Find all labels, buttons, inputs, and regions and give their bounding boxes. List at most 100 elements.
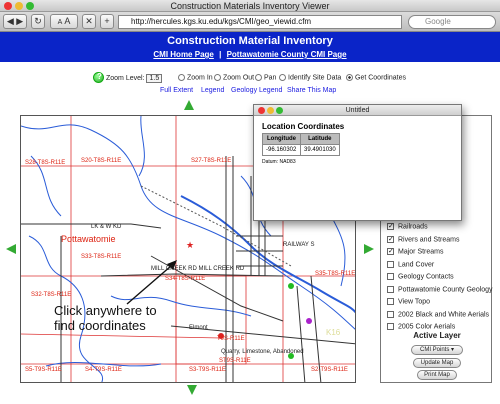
map-label: S35-T8S-R11E bbox=[315, 271, 356, 277]
checkbox-icon[interactable] bbox=[387, 323, 394, 330]
stop-button[interactable]: ✕ bbox=[82, 14, 96, 29]
site-marker-green bbox=[288, 283, 294, 289]
checkbox-icon[interactable] bbox=[387, 273, 394, 280]
layer-item[interactable]: Geology Contacts bbox=[387, 273, 454, 280]
map-label: ST9S-R11E bbox=[219, 358, 251, 364]
layer-label: Railroads bbox=[398, 223, 428, 231]
address-bar[interactable]: http://hercules.kgs.ku.edu/kgs/CMI/geo_v… bbox=[118, 15, 402, 29]
pan-south-arrow[interactable] bbox=[186, 384, 198, 396]
layer-item[interactable]: 2005 Color Aerials bbox=[387, 323, 455, 330]
home-link[interactable]: CMI Home Page bbox=[153, 50, 213, 59]
checkbox-icon[interactable] bbox=[387, 298, 394, 305]
text-smaller-button[interactable]: A bbox=[58, 19, 63, 26]
map-label: S2-T9S-R11E bbox=[311, 367, 348, 373]
zoom-label: Zoom Level: bbox=[106, 75, 145, 82]
road-label: MILL CREEK RD MILL CREEK RD bbox=[151, 266, 245, 272]
checkbox-checked-icon[interactable] bbox=[387, 248, 394, 255]
zoom-window-icon[interactable] bbox=[26, 2, 34, 10]
zoom-in-option[interactable]: Zoom In bbox=[178, 74, 213, 81]
back-forward-button[interactable]: ◀ ▶ bbox=[3, 14, 27, 29]
datum-label: Datum: NAD83 bbox=[262, 159, 296, 165]
active-layer-title: Active Layer bbox=[413, 331, 461, 340]
layer-item[interactable]: Major Streams bbox=[387, 248, 444, 255]
map-label: S32-T8S-R11E bbox=[31, 292, 72, 298]
legend-link[interactable]: Legend bbox=[201, 87, 224, 94]
radio-icon[interactable] bbox=[178, 74, 185, 81]
minimize-window-icon[interactable] bbox=[15, 2, 23, 10]
radio-icon[interactable] bbox=[279, 74, 286, 81]
callout-line-2: find coordinates bbox=[54, 318, 146, 333]
full-extent-link[interactable]: Full Extent bbox=[160, 87, 193, 94]
map-label: S5-T9S-R11E bbox=[25, 367, 62, 373]
layer-item[interactable]: Railroads bbox=[387, 223, 428, 230]
latitude-value: 39.4901030 bbox=[300, 144, 340, 156]
close-window-icon[interactable] bbox=[4, 2, 12, 10]
layer-label: 2002 Black and White Aerials bbox=[398, 310, 490, 318]
map-label: S28-T8S-R11E bbox=[25, 160, 66, 166]
checkbox-checked-icon[interactable] bbox=[387, 235, 394, 243]
map-label: S27-T8S-R11E bbox=[191, 158, 232, 164]
get-coordinates-option[interactable]: Get Coordinates bbox=[346, 74, 406, 81]
checkbox-icon[interactable] bbox=[387, 310, 394, 318]
site-marker-purple bbox=[306, 318, 312, 324]
text-size-buttons[interactable]: A A bbox=[50, 14, 78, 29]
window-title: Construction Materials Inventory Viewer bbox=[170, 1, 330, 11]
layer-item[interactable]: Rivers and Streams bbox=[387, 235, 459, 243]
zoom-select[interactable]: 1.5 bbox=[146, 74, 163, 83]
checkbox-icon[interactable] bbox=[387, 285, 394, 293]
pan-east-arrow[interactable] bbox=[363, 243, 375, 255]
checkbox-checked-icon[interactable] bbox=[387, 223, 394, 230]
page-header: Construction Material Inventory CMI Home… bbox=[0, 32, 500, 62]
zoom-level: Zoom Level: 1.5 bbox=[106, 74, 163, 83]
search-input[interactable]: Google bbox=[408, 15, 496, 29]
popup-zoom-icon[interactable] bbox=[276, 107, 283, 114]
county-link[interactable]: Pottawatomie County CMI Page bbox=[227, 50, 347, 59]
map-label: S4-T9S-R11E bbox=[85, 367, 122, 373]
popup-heading: Location Coordinates bbox=[262, 122, 345, 131]
layer-item[interactable]: Land Cover bbox=[387, 260, 435, 268]
get-coordinates-label: Get Coordinates bbox=[355, 74, 406, 82]
zoom-out-option[interactable]: Zoom Out bbox=[214, 74, 254, 81]
pan-label: Pan bbox=[264, 74, 277, 82]
latitude-header: Latitude bbox=[300, 133, 340, 145]
layer-label: Geology Contacts bbox=[398, 273, 454, 281]
text-larger-button[interactable]: A bbox=[64, 16, 70, 26]
tool-controls: Zoom Level: 1.5 Zoom In Zoom Out Pan Ide… bbox=[0, 72, 500, 86]
popup-close-icon[interactable] bbox=[258, 107, 265, 114]
pan-option[interactable]: Pan bbox=[255, 74, 276, 81]
reload-button[interactable]: ↻ bbox=[31, 14, 45, 29]
checkbox-icon[interactable] bbox=[387, 260, 394, 268]
radio-selected-icon[interactable] bbox=[346, 74, 353, 81]
road-label: LK & W KD bbox=[91, 224, 122, 230]
active-layer-select[interactable]: CMI Points ▾ bbox=[411, 345, 463, 355]
radio-icon[interactable] bbox=[214, 74, 221, 81]
share-map-link[interactable]: Share This Map bbox=[287, 87, 336, 94]
popup-title: Untitled bbox=[345, 107, 370, 114]
pan-north-arrow[interactable] bbox=[183, 99, 195, 111]
zoom-out-label: Zoom Out bbox=[223, 74, 255, 82]
place-label: Elmont bbox=[189, 325, 208, 331]
radio-icon[interactable] bbox=[255, 74, 262, 81]
layer-label: Major Streams bbox=[398, 248, 444, 256]
map-label: S33-T8S-R11E bbox=[81, 254, 122, 260]
layer-label: Land Cover bbox=[398, 260, 435, 268]
map-label: S20-T8S-R11E bbox=[81, 158, 122, 164]
layer-item[interactable]: 2002 Black and White Aerials bbox=[387, 310, 490, 318]
update-map-button[interactable]: Update Map bbox=[413, 358, 461, 368]
coordinates-table: Longitude Latitude -96.160302 39.4901030 bbox=[262, 133, 340, 156]
popup-minimize-icon[interactable] bbox=[267, 107, 274, 114]
pan-west-arrow[interactable] bbox=[5, 243, 17, 255]
layer-item[interactable]: Pottawatomie County Geology bbox=[387, 285, 493, 293]
browser-toolbar: ◀ ▶ ↻ A A ✕ + http://hercules.kgs.ku.edu… bbox=[0, 12, 500, 32]
page-title: Construction Material Inventory bbox=[167, 35, 333, 47]
add-bookmark-button[interactable]: + bbox=[100, 14, 114, 29]
layer-label: Pottawatomie County Geology bbox=[398, 285, 493, 293]
geology-legend-link[interactable]: Geology Legend bbox=[231, 87, 282, 94]
longitude-header: Longitude bbox=[262, 133, 301, 145]
longitude-value: -96.160302 bbox=[262, 144, 301, 156]
identify-option[interactable]: Identify Site Data bbox=[279, 74, 341, 81]
print-map-button[interactable]: Print Map bbox=[417, 370, 457, 380]
layer-item[interactable]: View Topo bbox=[387, 298, 430, 305]
header-separator: | bbox=[219, 50, 222, 59]
map-label: S34-T8S-R11E bbox=[165, 276, 206, 282]
